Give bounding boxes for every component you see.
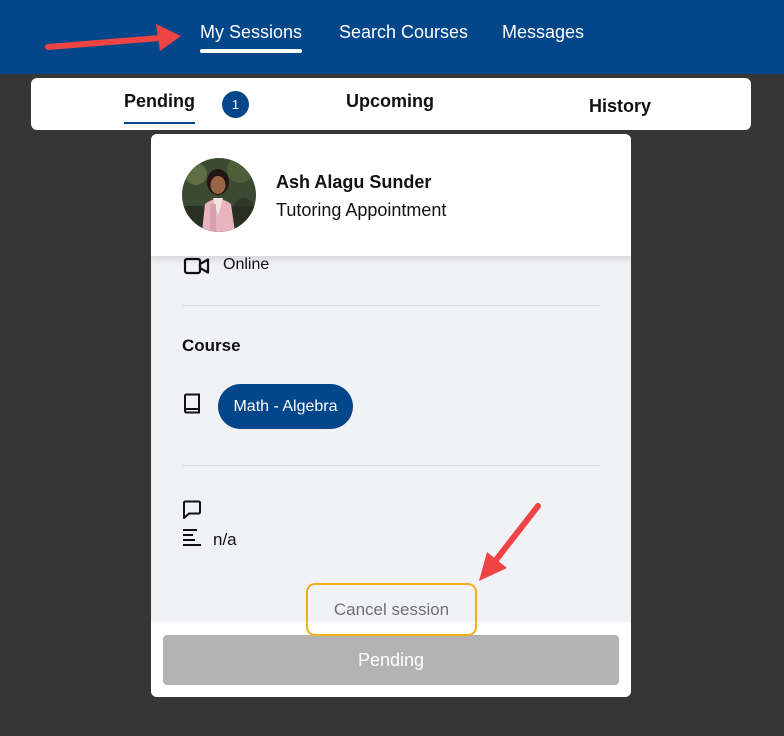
red-arrow-icon [479, 503, 541, 581]
session-card-header: Ash Alagu Sunder Tutoring Appointment [151, 134, 631, 256]
red-arrow-icon [45, 24, 181, 51]
tutor-avatar [182, 158, 256, 232]
tutor-name: Ash Alagu Sunder [276, 172, 432, 192]
appointment-type: Tutoring Appointment [276, 200, 447, 220]
annotation-overlay [45, 24, 541, 581]
